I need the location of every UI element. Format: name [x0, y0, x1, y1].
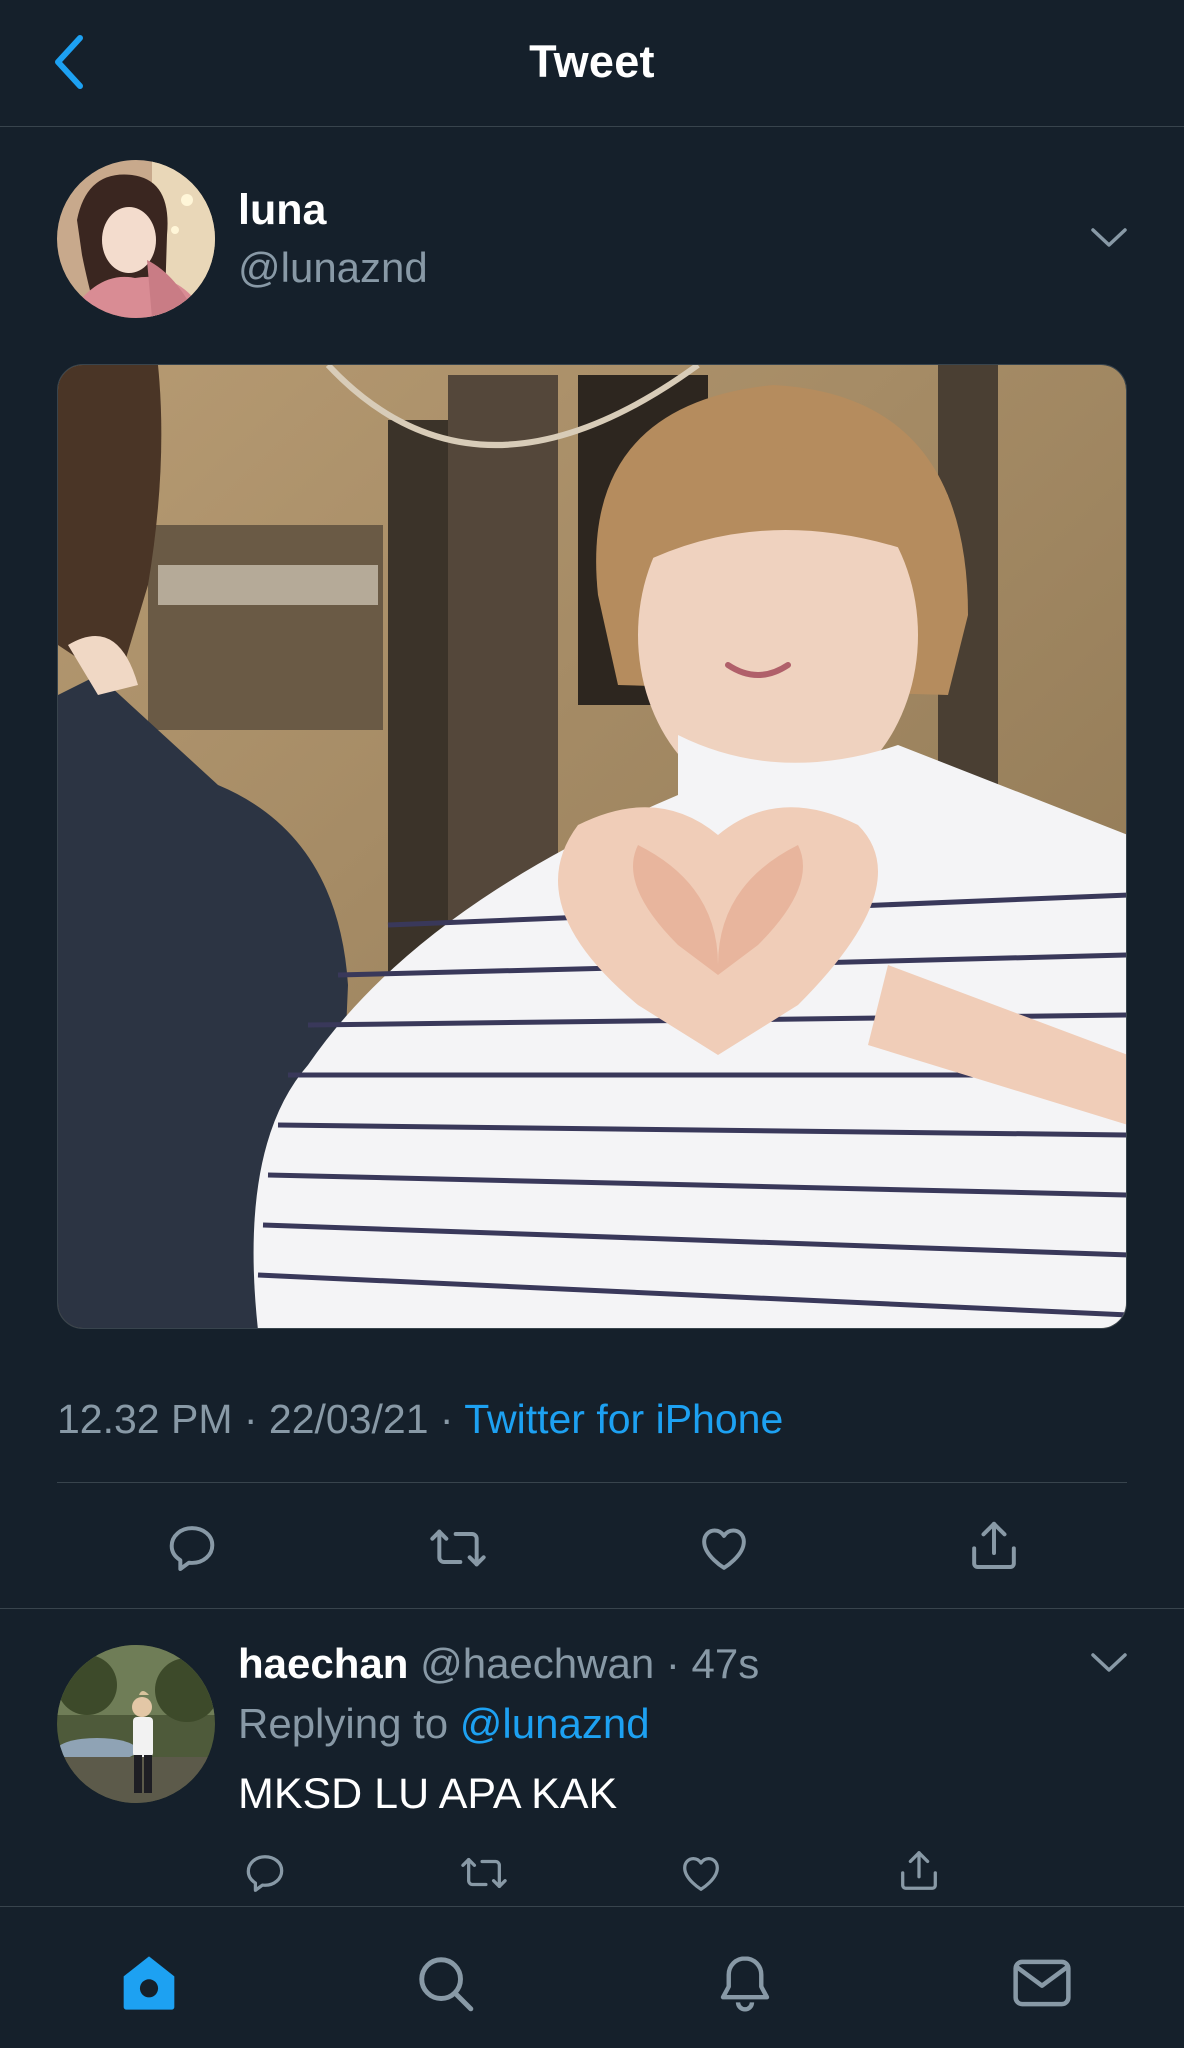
- author-name[interactable]: luna: [238, 186, 326, 235]
- tab-search[interactable]: [405, 1943, 485, 2023]
- reply-button[interactable]: [160, 1516, 224, 1580]
- like-icon: [702, 1528, 746, 1570]
- reply-avatar[interactable]: [57, 1645, 215, 1803]
- retweet-icon: [430, 1529, 486, 1567]
- reply-author-name[interactable]: haechan: [238, 1640, 408, 1687]
- search-icon: [419, 1957, 474, 2012]
- section-divider: [0, 1608, 1184, 1609]
- more-options-button[interactable]: [1086, 220, 1132, 256]
- avatar[interactable]: [57, 160, 215, 318]
- replying-to-mention[interactable]: @lunaznd: [460, 1700, 650, 1747]
- tab-notifications[interactable]: [705, 1943, 785, 2023]
- retweet-button[interactable]: [424, 1516, 492, 1580]
- reply-icon: [169, 1526, 215, 1571]
- tweet-source-link[interactable]: Twitter for iPhone: [464, 1396, 783, 1442]
- retweet-icon: [461, 1857, 507, 1889]
- reply-author-handle[interactable]: @haechwan: [420, 1640, 654, 1687]
- reply-share-button[interactable]: [894, 1846, 944, 1896]
- reply-reply-button[interactable]: [240, 1848, 290, 1898]
- chevron-down-icon: [1091, 1653, 1127, 1672]
- tweet-timestamp: 12.32 PM · 22/03/21 ·: [57, 1396, 465, 1442]
- divider: [57, 1482, 1127, 1483]
- reply-more-options-button[interactable]: [1086, 1645, 1132, 1681]
- like-button[interactable]: [692, 1516, 756, 1580]
- replying-to: Replying to @lunaznd: [238, 1700, 650, 1748]
- reply-text: MKSD LU APA KAK: [238, 1770, 618, 1818]
- tweet-image[interactable]: [57, 364, 1127, 1329]
- separator: ·: [654, 1640, 692, 1687]
- notifications-icon: [720, 1956, 770, 2012]
- tweet-detail-screen: Tweet luna @lunaznd 12.32 PM · 22/03/21 …: [0, 0, 1184, 2048]
- reply-retweet-button[interactable]: [456, 1848, 512, 1898]
- page-title: Tweet: [529, 36, 655, 87]
- share-button[interactable]: [962, 1514, 1026, 1578]
- top-bar: Tweet: [0, 0, 1184, 127]
- bottom-tab-bar: [0, 1906, 1184, 2048]
- share-icon: [972, 1521, 1016, 1569]
- reply-icon: [246, 1855, 284, 1892]
- home-icon: [123, 1956, 175, 2010]
- reply-time: 47s: [691, 1640, 760, 1687]
- tab-messages[interactable]: [1002, 1943, 1082, 2023]
- reply-like-button[interactable]: [676, 1848, 726, 1898]
- chevron-down-icon: [1091, 228, 1127, 247]
- author-handle[interactable]: @lunaznd: [238, 244, 428, 292]
- reply-header: haechan @haechwan · 47s: [238, 1640, 759, 1688]
- tweet-meta: 12.32 PM · 22/03/21 · Twitter for iPhone: [57, 1396, 783, 1443]
- replying-to-label: Replying to: [238, 1700, 460, 1747]
- messages-icon: [1013, 1959, 1071, 2007]
- share-icon: [901, 1851, 937, 1890]
- like-icon: [683, 1856, 719, 1891]
- tab-home[interactable]: [109, 1943, 189, 2023]
